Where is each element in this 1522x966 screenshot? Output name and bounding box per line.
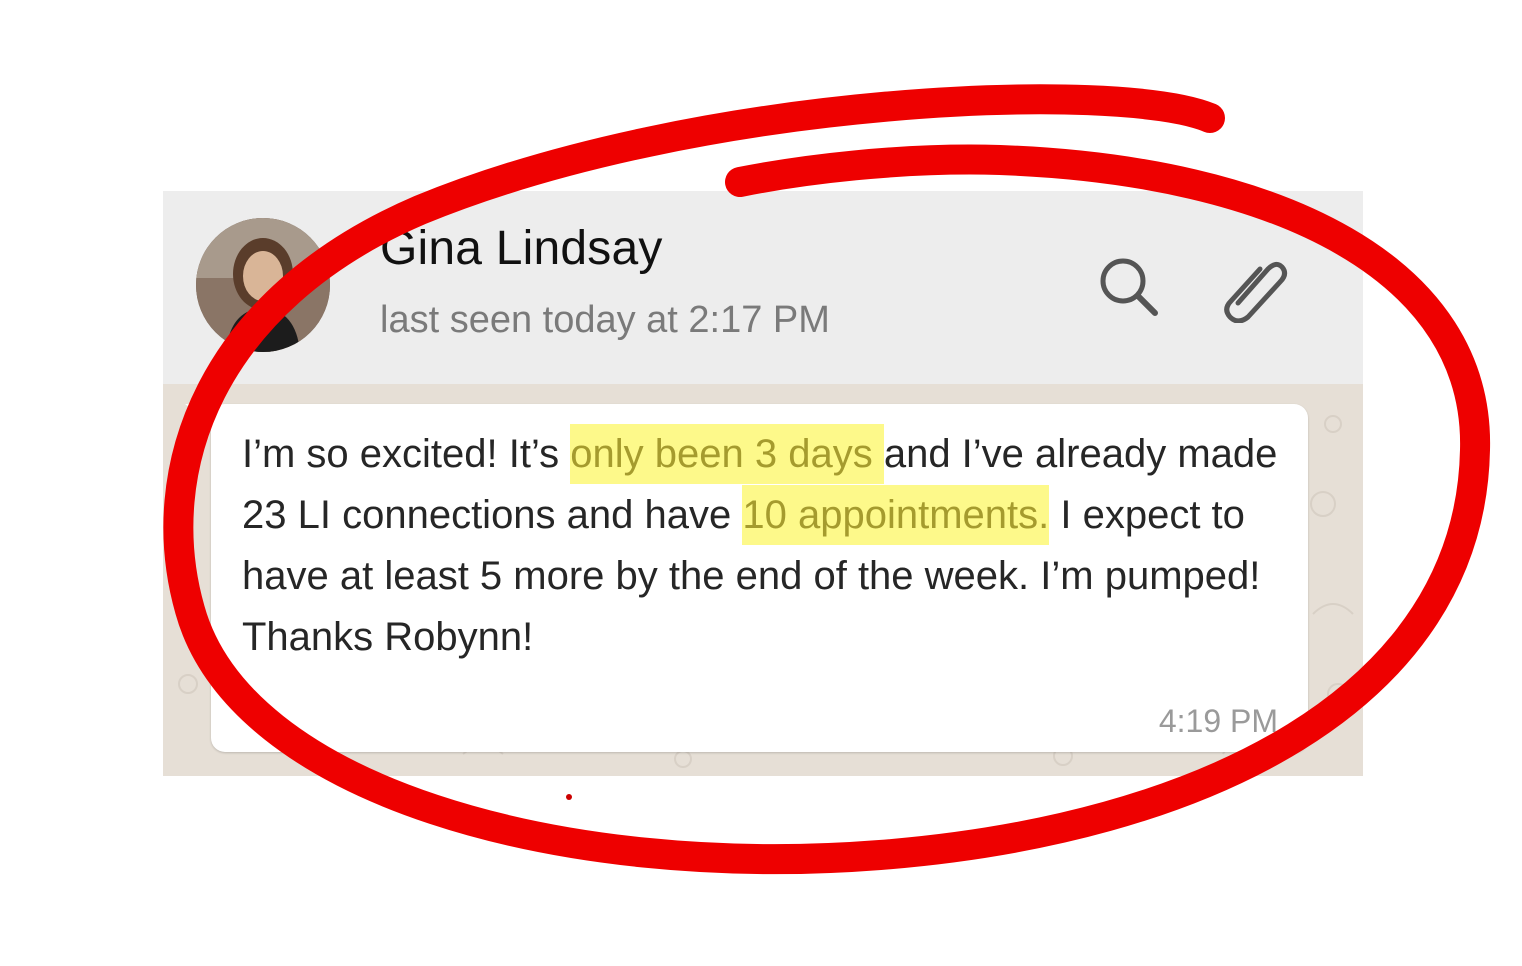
last-seen-status: last seen today at 2:17 PM <box>380 299 830 341</box>
highlighted-text: 10 appointments. <box>742 485 1050 545</box>
chat-header: Gina Lindsay last seen today at 2:17 PM <box>163 191 1363 384</box>
highlighted-text: only been 3 days <box>570 424 884 484</box>
search-icon[interactable] <box>1093 251 1165 323</box>
chat-window: Gina Lindsay last seen today at 2:17 PM <box>163 191 1363 776</box>
message-text: I’m so excited! It’s only been 3 days an… <box>242 424 1302 668</box>
message-text-part: I’m so excited! It’s <box>242 432 571 476</box>
message-timestamp: 4:19 PM <box>1158 703 1278 739</box>
message-bubble[interactable]: I’m so excited! It’s only been 3 days an… <box>211 404 1308 752</box>
avatar-photo <box>196 218 330 352</box>
contact-name[interactable]: Gina Lindsay <box>380 221 663 276</box>
contact-avatar[interactable] <box>196 218 330 352</box>
paperclip-icon[interactable] <box>1218 251 1290 324</box>
